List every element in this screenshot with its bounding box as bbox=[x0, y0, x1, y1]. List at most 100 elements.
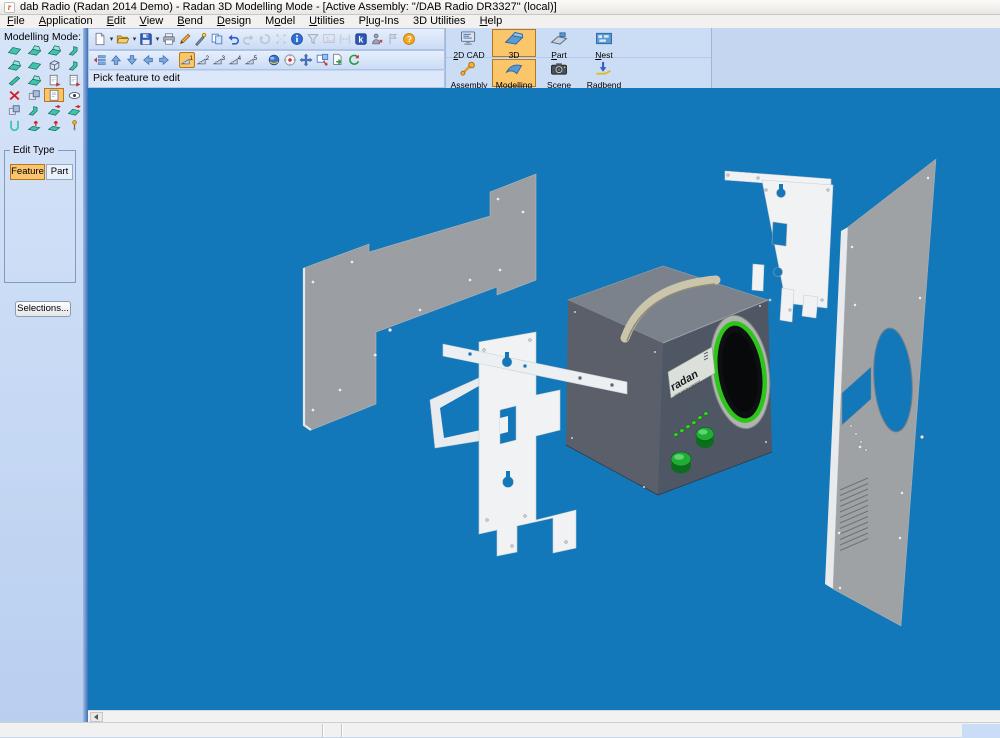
mode-button-2d-cad[interactable]: 2D CAD bbox=[447, 29, 491, 57]
svg-text:1: 1 bbox=[190, 55, 194, 62]
toolbar-button-info[interactable] bbox=[289, 31, 305, 47]
tool-button-lower-feature[interactable] bbox=[44, 118, 64, 132]
toolbar-button-k-link[interactable]: k bbox=[353, 31, 369, 47]
part-toggle-button[interactable]: Part bbox=[46, 164, 73, 180]
mode-button-nest[interactable]: Nest bbox=[582, 29, 626, 57]
toolbar-button-new-file[interactable] bbox=[92, 31, 108, 47]
toolbar-button-open-file[interactable] bbox=[115, 31, 131, 47]
toolbar-button-undo[interactable] bbox=[225, 31, 241, 47]
toolbar-button-view-2[interactable]: 2 bbox=[195, 52, 211, 68]
mode-button-modelling[interactable]: Modelling bbox=[492, 59, 536, 87]
toolbar-button-export-view[interactable] bbox=[330, 52, 346, 68]
toolbar-button-view-1[interactable]: 1 bbox=[179, 52, 195, 68]
tool-button-wire-box[interactable] bbox=[44, 58, 64, 72]
toolbar-button-spacing[interactable] bbox=[337, 31, 353, 47]
toolbar-button-inspect[interactable] bbox=[369, 31, 385, 47]
toolbar-button-view-5[interactable]: 5 bbox=[243, 52, 259, 68]
tool-button-unfold[interactable] bbox=[4, 58, 24, 72]
toolbar-button-view-3[interactable]: 3 bbox=[211, 52, 227, 68]
tool-button-flat-sheet[interactable] bbox=[4, 43, 24, 57]
toolbar-button-view-capture[interactable] bbox=[321, 31, 337, 47]
tool-button-corner-flange[interactable] bbox=[64, 58, 84, 72]
status-bar bbox=[0, 722, 1000, 737]
menu-view[interactable]: View bbox=[133, 15, 171, 28]
toolbar-button-move-points[interactable] bbox=[273, 31, 289, 47]
tool-button-duplicate[interactable] bbox=[4, 103, 24, 117]
tool-button-roll-sheet[interactable] bbox=[44, 43, 64, 57]
tool-button-delete-feature[interactable] bbox=[4, 88, 24, 102]
mode-button-part[interactable]: Part bbox=[537, 29, 581, 57]
toolbar-button-save[interactable] bbox=[138, 31, 154, 47]
menu-design[interactable]: Design bbox=[210, 15, 258, 28]
toolbar-button-shaded-view[interactable] bbox=[266, 52, 282, 68]
toolbar-button-filter[interactable] bbox=[305, 31, 321, 47]
2d-cad-icon bbox=[458, 30, 480, 51]
toolbar-button-redo[interactable] bbox=[241, 31, 257, 47]
tuner-knob[interactable] bbox=[696, 428, 714, 449]
title-bar: r dab Radio (Radan 2014 Demo) - Radan 3D… bbox=[0, 0, 1000, 15]
toolbar-button-right[interactable] bbox=[156, 52, 172, 68]
menu-file[interactable]: File bbox=[0, 15, 32, 28]
new-file-dropdown-caret[interactable]: ▾ bbox=[108, 35, 115, 43]
selections-button[interactable]: Selections... bbox=[15, 301, 71, 317]
toolbar-button-rotate-view[interactable] bbox=[346, 52, 362, 68]
toolbar-button-repeat[interactable] bbox=[257, 31, 273, 47]
volume-knob[interactable] bbox=[671, 452, 691, 474]
toolbar-button-zoom-window[interactable] bbox=[314, 52, 330, 68]
open-file-dropdown-caret[interactable]: ▾ bbox=[131, 35, 138, 43]
toolbar-button-reorder[interactable] bbox=[92, 52, 108, 68]
menu-edit[interactable]: Edit bbox=[100, 15, 133, 28]
tool-button-raise-feature[interactable] bbox=[24, 118, 44, 132]
tool-button-fold-sheet[interactable] bbox=[24, 43, 44, 57]
toolbar-button-pan[interactable] bbox=[298, 52, 314, 68]
toolbar-button-print[interactable] bbox=[161, 31, 177, 47]
mode-button-radbend[interactable]: Radbend bbox=[582, 59, 626, 87]
tool-button-edit-feature[interactable] bbox=[44, 88, 64, 102]
resize-grip[interactable] bbox=[962, 724, 1000, 738]
tool-button-export-feature[interactable] bbox=[64, 73, 84, 87]
menu-model[interactable]: Model bbox=[258, 15, 302, 28]
tool-button-import-feature[interactable] bbox=[44, 73, 64, 87]
toolbar-button-copy-sheets[interactable] bbox=[209, 31, 225, 47]
save-dropdown-caret[interactable]: ▾ bbox=[154, 35, 161, 43]
toolbar-button-up[interactable] bbox=[108, 52, 124, 68]
tool-button-part-out[interactable] bbox=[64, 103, 84, 117]
assembly-icon bbox=[458, 60, 480, 81]
toolbar-button-flag[interactable] bbox=[385, 31, 401, 47]
3d-viewport[interactable]: radan DAB RADIO DR3327 bbox=[88, 88, 1000, 710]
mode-button-scene[interactable]: Scene bbox=[537, 59, 581, 87]
mode-panel-row-1: 2D CAD3DPartNest bbox=[446, 28, 711, 58]
menu-help[interactable]: Help bbox=[473, 15, 510, 28]
tool-button-pin-feature[interactable] bbox=[64, 118, 84, 132]
tool-button-joggle[interactable] bbox=[64, 43, 84, 57]
part-front-panel[interactable] bbox=[825, 159, 936, 626]
view-toolbar: 12345 bbox=[88, 50, 445, 70]
tool-button-quarter-round[interactable] bbox=[24, 103, 44, 117]
menu-application[interactable]: Application bbox=[32, 15, 100, 28]
scroll-left-arrow[interactable] bbox=[90, 712, 103, 722]
menu-plug-ins[interactable]: Plug-Ins bbox=[352, 15, 406, 28]
horizontal-scrollbar[interactable] bbox=[88, 710, 1000, 722]
tool-button-inspect-feature[interactable] bbox=[64, 88, 84, 102]
toolbar-button-center-view[interactable] bbox=[282, 52, 298, 68]
toolbar-button-help[interactable]: ? bbox=[401, 31, 417, 47]
tool-button-part-in[interactable] bbox=[44, 103, 64, 117]
toolbar-button-view-4[interactable]: 4 bbox=[227, 52, 243, 68]
menu-3d-utilities[interactable]: 3D Utilities bbox=[406, 15, 473, 28]
toolbar-button-left[interactable] bbox=[140, 52, 156, 68]
toolbar-button-probe[interactable] bbox=[193, 31, 209, 47]
tool-button-cylinder[interactable] bbox=[24, 73, 44, 87]
tool-button-combine[interactable] bbox=[24, 88, 44, 102]
menu-bend[interactable]: Bend bbox=[170, 15, 210, 28]
modelling-mode-heading: Modelling Mode: bbox=[4, 31, 81, 43]
feature-toggle-button[interactable]: Feature bbox=[10, 164, 45, 180]
tool-button-clip[interactable] bbox=[4, 118, 24, 132]
tool-button-rod[interactable] bbox=[4, 73, 24, 87]
menu-utilities[interactable]: Utilities bbox=[302, 15, 351, 28]
tool-button-face[interactable] bbox=[24, 58, 44, 72]
toolbar-button-down[interactable] bbox=[124, 52, 140, 68]
toolbar-button-sketch[interactable] bbox=[177, 31, 193, 47]
mode-button-assembly[interactable]: Assembly bbox=[447, 59, 491, 87]
mode-button-3d[interactable]: 3D bbox=[492, 29, 536, 57]
edit-type-legend: Edit Type bbox=[10, 145, 58, 156]
